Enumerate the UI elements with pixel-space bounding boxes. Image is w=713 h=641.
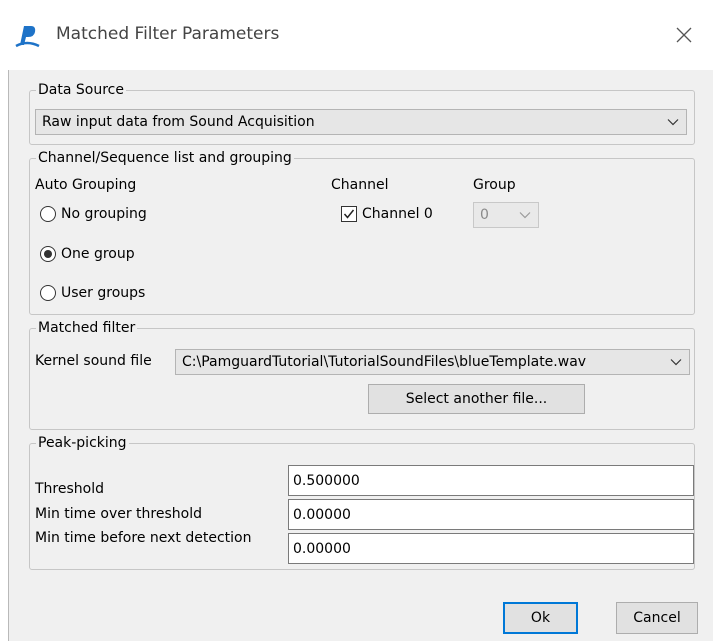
close-button[interactable]	[655, 0, 713, 70]
radio-one-group[interactable]: One group	[40, 246, 135, 262]
min-time-over-threshold-input[interactable]: 0.00000	[288, 499, 694, 530]
min-time-over-threshold-label: Min time over threshold	[35, 506, 202, 522]
peak-picking-legend: Peak-picking	[36, 433, 129, 453]
kernel-file-value: C:\PamguardTutorial\TutorialSoundFiles\b…	[182, 354, 587, 370]
auto-grouping-label: Auto Grouping	[35, 177, 137, 193]
kernel-file-select[interactable]: C:\PamguardTutorial\TutorialSoundFiles\b…	[175, 349, 690, 375]
peak-picking-group: Peak-picking Threshold 0.500000 Min time…	[29, 433, 695, 570]
threshold-label: Threshold	[35, 481, 104, 497]
title-bar: Matched Filter Parameters	[0, 0, 713, 70]
chevron-down-icon	[512, 211, 538, 219]
matched-filter-legend: Matched filter	[36, 318, 138, 338]
checkmark-icon	[341, 206, 357, 222]
cancel-button[interactable]: Cancel	[616, 602, 698, 634]
data-source-value: Raw input data from Sound Acquisition	[42, 114, 315, 130]
radio-indicator	[40, 246, 56, 262]
pamguard-logo-icon	[15, 26, 40, 48]
group-header: Group	[473, 177, 516, 193]
group-select-channel-0[interactable]: 0	[473, 202, 539, 228]
kernel-sound-file-label: Kernel sound file	[35, 353, 152, 369]
chevron-down-icon	[663, 358, 689, 366]
group-select-value: 0	[480, 207, 489, 223]
radio-indicator	[40, 206, 56, 222]
channel-0-label: Channel 0	[362, 206, 433, 222]
data-source-group: Data Source Raw input data from Sound Ac…	[29, 80, 695, 145]
channel-0-checkbox[interactable]: Channel 0	[341, 206, 433, 222]
threshold-input[interactable]: 0.500000	[288, 465, 694, 496]
matched-filter-group: Matched filter Kernel sound file C:\Pamg…	[29, 318, 695, 430]
radio-label: One group	[61, 246, 135, 262]
close-icon	[676, 27, 692, 43]
window-title: Matched Filter Parameters	[56, 24, 280, 44]
min-time-before-next-label: Min time before next detection	[35, 530, 252, 546]
radio-label: User groups	[61, 285, 146, 301]
data-source-legend: Data Source	[36, 80, 126, 100]
min-time-before-next-input[interactable]: 0.00000	[288, 533, 694, 564]
channel-grouping-group: Channel/Sequence list and grouping Auto …	[29, 148, 695, 315]
ok-button[interactable]: Ok	[503, 602, 578, 634]
select-another-file-button[interactable]: Select another file...	[368, 384, 585, 414]
data-source-select[interactable]: Raw input data from Sound Acquisition	[35, 109, 687, 135]
radio-indicator	[40, 285, 56, 301]
radio-label: No grouping	[61, 206, 147, 222]
radio-user-groups[interactable]: User groups	[40, 285, 145, 301]
radio-no-grouping[interactable]: No grouping	[40, 206, 147, 222]
channel-header: Channel	[331, 177, 389, 193]
channel-grouping-legend: Channel/Sequence list and grouping	[36, 148, 294, 168]
chevron-down-icon	[660, 118, 686, 126]
dialog-client-area: Data Source Raw input data from Sound Ac…	[8, 70, 713, 641]
